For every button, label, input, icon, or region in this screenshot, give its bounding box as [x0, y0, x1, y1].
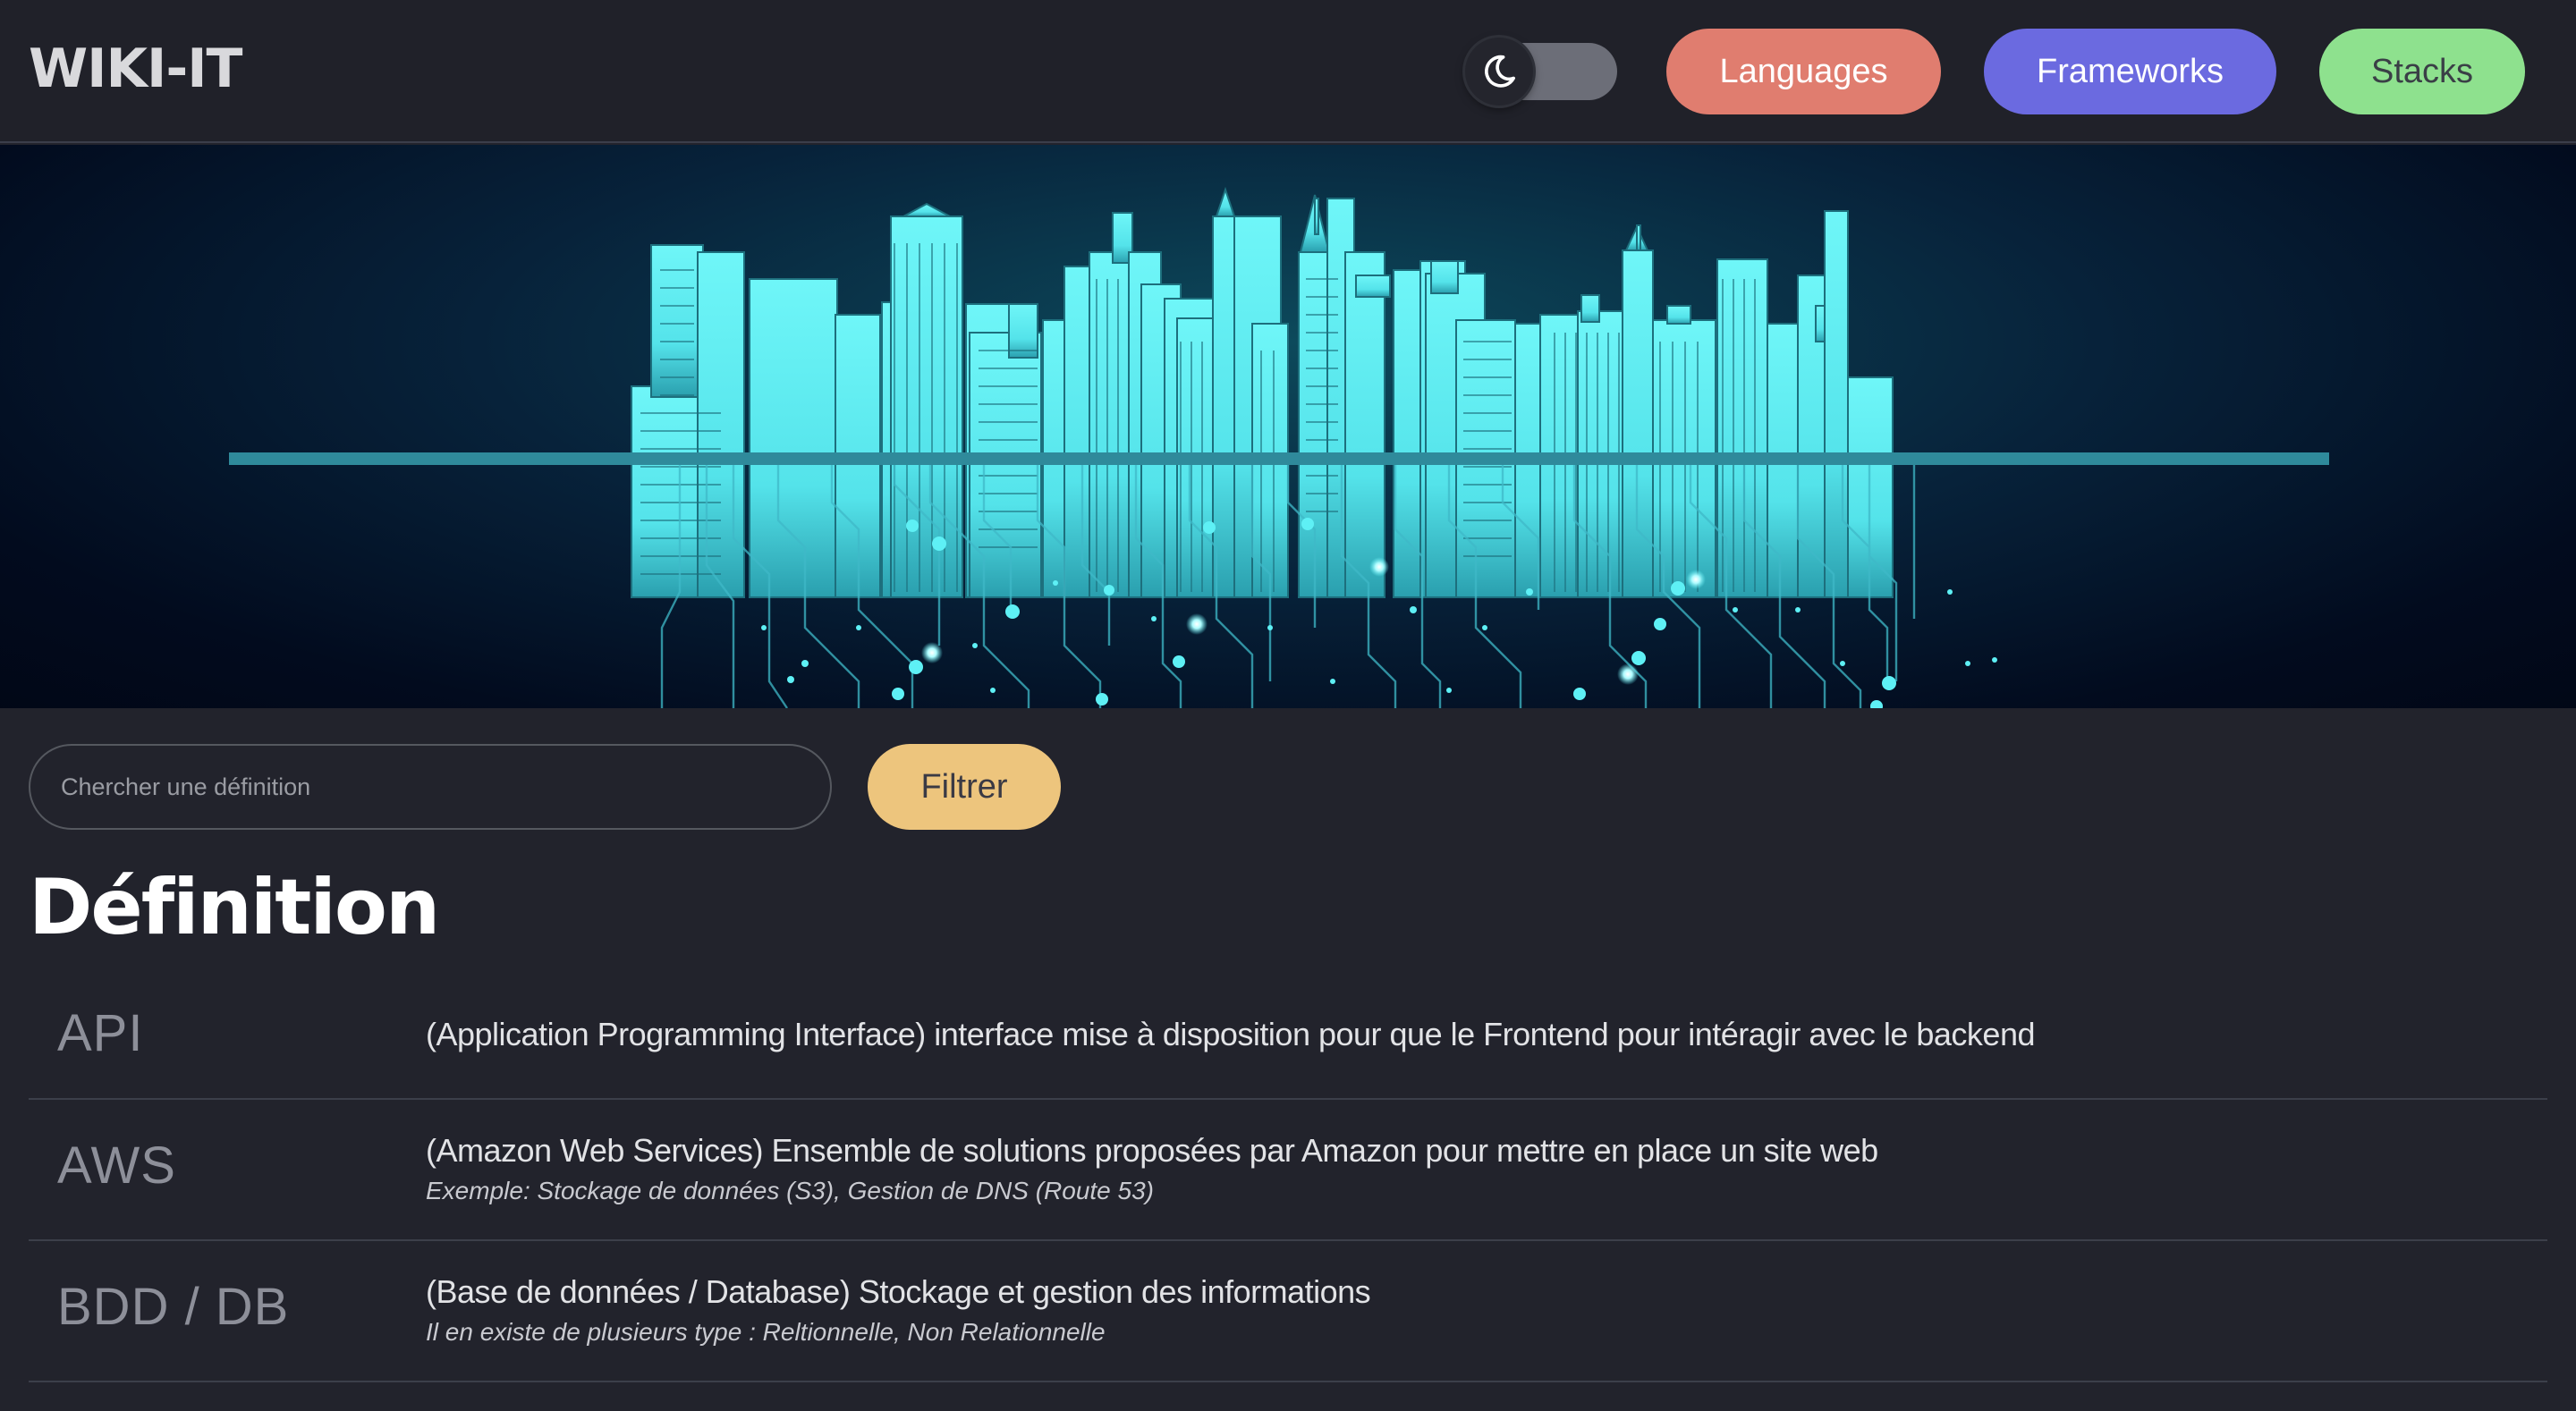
definition-term: BDD / DB	[57, 1278, 290, 1336]
search-input[interactable]	[29, 744, 832, 830]
nav-stacks-button[interactable]: Stacks	[2319, 29, 2525, 114]
hero-banner	[0, 145, 2576, 708]
skyline	[631, 186, 1894, 598]
definition-example: Exemple: Stockage de données (S3), Gesti…	[426, 1177, 1154, 1204]
theme-toggle[interactable]	[1465, 38, 1617, 106]
theme-toggle-knob[interactable]	[1465, 38, 1533, 106]
definition-description: (Amazon Web Services) Ensemble de soluti…	[426, 1132, 1878, 1169]
definition-row-bdd: BDD / DB (Base de données / Database) St…	[29, 1243, 2547, 1382]
nav-frameworks-button[interactable]: Frameworks	[1984, 29, 2276, 114]
definition-row-aws: AWS (Amazon Web Services) Ensemble de so…	[29, 1102, 2547, 1241]
definition-term: AWS	[57, 1136, 176, 1195]
definitions-title: Définition	[29, 863, 440, 952]
site-logo[interactable]: WIKI-IT	[29, 38, 242, 100]
city-circuit-illustration	[229, 186, 2329, 708]
definition-term: API	[57, 1004, 144, 1062]
horizon-line	[229, 452, 2329, 465]
filter-button[interactable]: Filtrer	[868, 744, 1061, 830]
top-bar: WIKI-IT Languages Frameworks Stacks	[0, 0, 2576, 143]
nav-languages-button[interactable]: Languages	[1666, 29, 1941, 114]
definition-description: (Application Programming Interface) inte…	[426, 1016, 2036, 1052]
definition-row-api: API (Application Programming Interface) …	[29, 982, 2547, 1100]
moon-icon	[1485, 55, 1515, 88]
definition-example: Il en existe de plusieurs type : Reltion…	[426, 1318, 1106, 1346]
definition-description: (Base de données / Database) Stockage et…	[426, 1273, 1371, 1310]
